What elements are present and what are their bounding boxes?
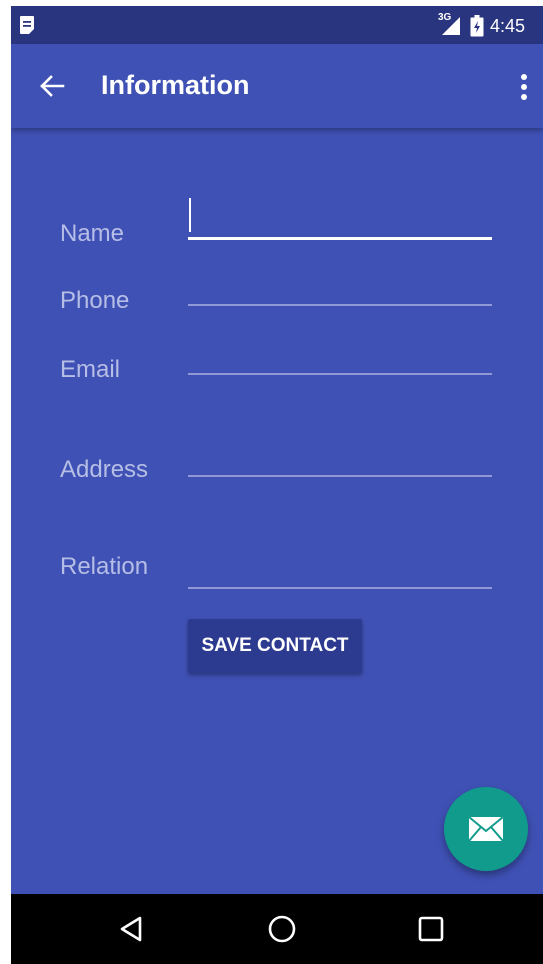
text-cursor bbox=[189, 198, 191, 232]
app-bar: Information bbox=[11, 44, 543, 128]
relation-input[interactable] bbox=[188, 555, 492, 589]
email-icon bbox=[468, 816, 504, 842]
status-clock: 4:45 bbox=[490, 16, 526, 36]
phone-label: Phone bbox=[60, 287, 130, 314]
more-vert-icon[interactable] bbox=[519, 72, 529, 102]
phone-input[interactable] bbox=[188, 272, 492, 306]
arrow-back-icon[interactable] bbox=[39, 74, 65, 98]
address-input[interactable] bbox=[188, 443, 492, 477]
page-title: Information bbox=[101, 70, 250, 100]
relation-label: Relation bbox=[60, 553, 149, 580]
nav-home-icon[interactable] bbox=[265, 912, 299, 946]
send-email-fab[interactable] bbox=[444, 787, 528, 871]
name-label: Name bbox=[60, 220, 125, 247]
signal-icon bbox=[440, 16, 462, 36]
address-label: Address bbox=[60, 456, 149, 483]
battery-icon bbox=[470, 15, 484, 37]
status-bar: 3G 4:45 bbox=[11, 6, 543, 44]
nav-recents-icon[interactable] bbox=[414, 912, 448, 946]
notification-icon bbox=[19, 15, 35, 35]
phone-screen: 3G 4:45 Information Name Phone Email Add… bbox=[11, 6, 543, 964]
nav-back-icon[interactable] bbox=[114, 912, 148, 946]
navigation-bar bbox=[11, 894, 543, 964]
status-icons: 3G 4:45 bbox=[438, 6, 525, 44]
save-contact-button[interactable]: SAVE CONTACT bbox=[188, 619, 362, 673]
name-input[interactable] bbox=[188, 206, 492, 240]
email-label: Email bbox=[60, 356, 121, 383]
email-input[interactable] bbox=[188, 341, 492, 375]
